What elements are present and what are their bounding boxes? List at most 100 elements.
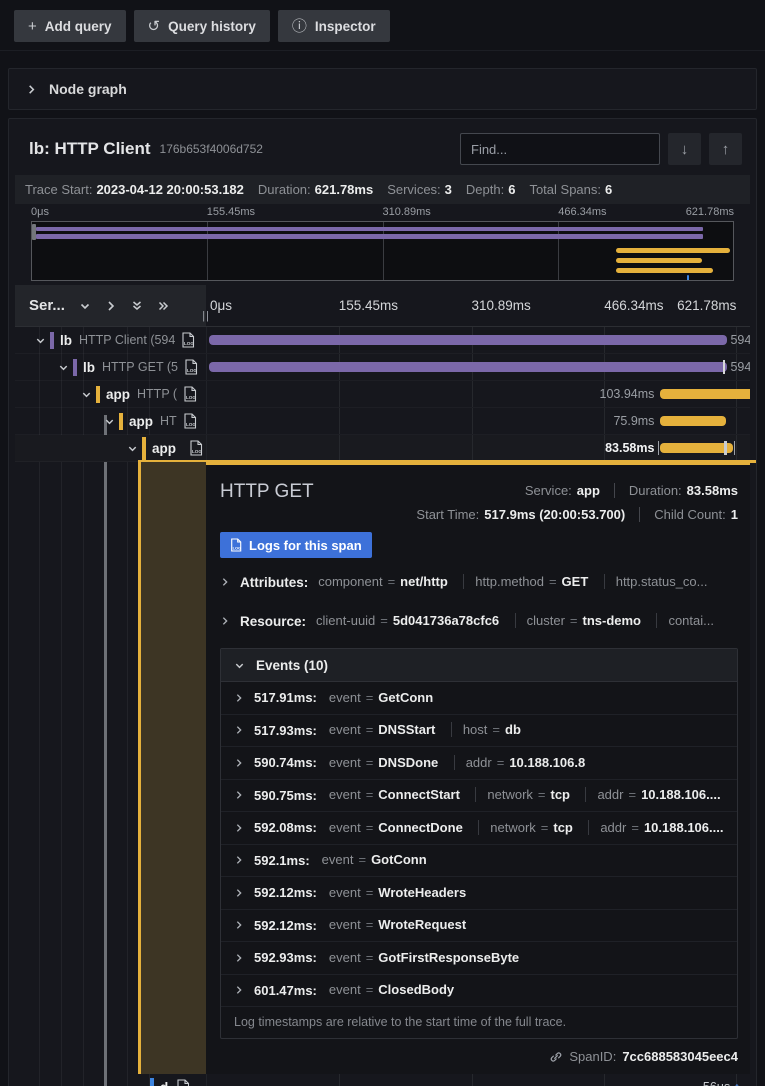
span-id-label: SpanID: <box>569 1049 616 1064</box>
event-row[interactable]: 590.74ms: event=DNSDone addr=10.188.106.… <box>221 747 737 780</box>
span-name-cell[interactable]: app HT LOG <box>15 408 206 434</box>
equals-sign: = <box>388 574 396 589</box>
event-row[interactable]: 517.91ms: event=GetConn <box>221 682 737 715</box>
attribute-value: net/http <box>400 574 448 589</box>
collapse-all-icon[interactable] <box>157 300 170 312</box>
log-document-icon[interactable]: LOG <box>181 332 195 348</box>
events-header[interactable]: Events (10) <box>221 649 737 682</box>
attribute-pair: cluster=tns-demo <box>515 613 641 628</box>
span-timeline-cell[interactable]: 594 <box>206 327 750 353</box>
event-row[interactable]: 592.08ms: event=ConnectDone network=tcp … <box>221 812 737 845</box>
event-pair: network=tcp <box>478 820 573 835</box>
detail-section-row[interactable]: Attributes: component=net/http http.meth… <box>220 562 738 601</box>
chevron-down-icon[interactable] <box>127 443 138 454</box>
span-row[interactable]: app HT LOG 75.9ms <box>15 408 750 435</box>
event-row[interactable]: 517.93ms: event=DNSStart host=db <box>221 715 737 748</box>
span-timeline-cell[interactable]: 594 <box>206 354 750 380</box>
timeline-gridline <box>472 408 473 434</box>
chevron-down-icon[interactable] <box>79 300 91 312</box>
service-column-label: Ser... <box>29 297 65 314</box>
event-row[interactable]: 592.12ms: event=WroteRequest <box>221 910 737 943</box>
event-key: addr <box>597 787 623 802</box>
event-row[interactable]: 590.75ms: event=ConnectStart network=tcp… <box>221 780 737 813</box>
detail-sections: Attributes: component=net/http http.meth… <box>220 562 738 640</box>
span-operation-name: HT <box>160 414 177 428</box>
event-timestamp: 590.74ms: <box>254 755 317 770</box>
trace-id: 176b653f4006d752 <box>160 142 263 156</box>
span-name-cell[interactable]: app HTTP ( LOG <box>15 381 206 407</box>
attribute-pair: component=net/http <box>318 574 448 589</box>
chevron-down-icon[interactable] <box>104 416 115 427</box>
event-pair: event=GotFirstResponseByte <box>329 950 519 965</box>
log-document-icon[interactable]: LOG <box>189 440 203 456</box>
event-row[interactable]: 592.1ms: event=GotConn <box>221 845 737 878</box>
find-input[interactable] <box>460 133 660 165</box>
span-row[interactable]: db LOG 56μs ↑ <box>15 1074 750 1086</box>
log-document-icon[interactable]: LOG <box>183 413 197 429</box>
minimap-tick-label: 310.89ms <box>383 206 431 218</box>
events-footnote: Log timestamps are relative to the start… <box>221 1007 737 1038</box>
span-duration-label: 56μs ↑ <box>703 1080 740 1086</box>
span-timeline-cell[interactable]: 56μs ↑ <box>206 1074 750 1086</box>
event-key: event <box>329 885 361 900</box>
event-row[interactable]: 601.47ms: event=ClosedBody <box>221 975 737 1008</box>
service-color-bar <box>150 1078 154 1086</box>
span-duration-bar[interactable] <box>660 416 726 426</box>
link-icon[interactable] <box>549 1050 563 1064</box>
detail-section-row[interactable]: Resource: client-uuid=5d041736a78cfc6 cl… <box>220 601 738 640</box>
toolbar-button[interactable]: + Add query <box>14 10 126 42</box>
span-duration-bar[interactable] <box>660 389 750 399</box>
chevron-right-icon <box>234 693 244 703</box>
span-name-cell[interactable]: lb HTTP GET (5 LOG <box>15 354 206 380</box>
detail-meta-label: Start Time: <box>416 507 479 522</box>
log-document-icon[interactable]: LOG <box>184 359 198 375</box>
span-duration-label: 83.58ms <box>605 441 654 455</box>
detail-meta: Service:app Duration:83.58ms Start Time:… <box>360 479 738 522</box>
attribute-value: GET <box>562 574 589 589</box>
attribute-key: client-uuid <box>316 613 375 628</box>
minimap-viewport-handle[interactable] <box>32 224 36 240</box>
log-document-icon[interactable]: LOG <box>183 386 197 402</box>
find-prev-button[interactable]: ↓ <box>668 133 701 165</box>
chevron-down-icon[interactable] <box>58 362 69 373</box>
toolbar-button[interactable]: ⓘ Inspector <box>278 10 390 42</box>
span-row[interactable]: app HTTP ( LOG 103.94ms <box>15 381 750 408</box>
span-name-cell[interactable]: db LOG <box>15 1074 206 1086</box>
trace-meta-item: Depth:6 <box>466 182 516 197</box>
attribute-key: contai... <box>668 613 714 628</box>
span-row[interactable]: lb HTTP Client (594 LOG 594 <box>15 327 750 354</box>
span-duration-bar[interactable] <box>209 362 726 372</box>
collapse-one-icon[interactable] <box>105 300 117 312</box>
span-row[interactable]: lb HTTP GET (5 LOG 594 <box>15 354 750 381</box>
span-name-cell[interactable]: app LOG <box>15 435 206 461</box>
log-document-icon[interactable]: LOG <box>176 1079 190 1086</box>
span-duration-bar[interactable] <box>209 335 726 345</box>
span-timeline-cell[interactable]: 83.58ms <box>206 435 750 461</box>
log-document-icon: LOG <box>230 538 242 552</box>
event-pairs: event=GotFirstResponseByte <box>329 949 519 967</box>
svg-text:LOG: LOG <box>187 368 197 373</box>
node-graph-collapsible[interactable]: Node graph <box>8 68 757 110</box>
event-row[interactable]: 592.12ms: event=WroteHeaders <box>221 877 737 910</box>
equals-sign: = <box>541 820 549 835</box>
span-timeline-cell[interactable]: 75.9ms <box>206 408 750 434</box>
find-next-button[interactable]: ↑ <box>709 133 742 165</box>
span-timeline-cell[interactable]: 103.94ms <box>206 381 750 407</box>
minimap-span-bar <box>687 275 689 281</box>
detail-meta-value: 1 <box>731 507 738 522</box>
arrow-up-icon: ↑ <box>734 1080 740 1086</box>
toolbar-button-label: Query history <box>168 19 256 34</box>
span-duration-bar[interactable] <box>660 443 733 453</box>
chevron-down-icon[interactable] <box>81 389 92 400</box>
toolbar-button[interactable]: ↺ Query history <box>134 10 270 42</box>
span-name-cell[interactable]: lb HTTP Client (594 LOG <box>15 327 206 353</box>
span-row[interactable]: app LOG 83.58ms <box>15 435 750 462</box>
minimap-canvas[interactable] <box>31 221 734 281</box>
expand-all-icon[interactable] <box>131 299 143 312</box>
logs-for-span-button[interactable]: LOG Logs for this span <box>220 532 372 558</box>
span-event-tick <box>724 441 727 455</box>
span-duration-label: 103.94ms <box>600 387 655 401</box>
chevron-down-icon[interactable] <box>35 335 46 346</box>
span-service-name: app <box>106 387 130 402</box>
event-row[interactable]: 592.93ms: event=GotFirstResponseByte <box>221 942 737 975</box>
